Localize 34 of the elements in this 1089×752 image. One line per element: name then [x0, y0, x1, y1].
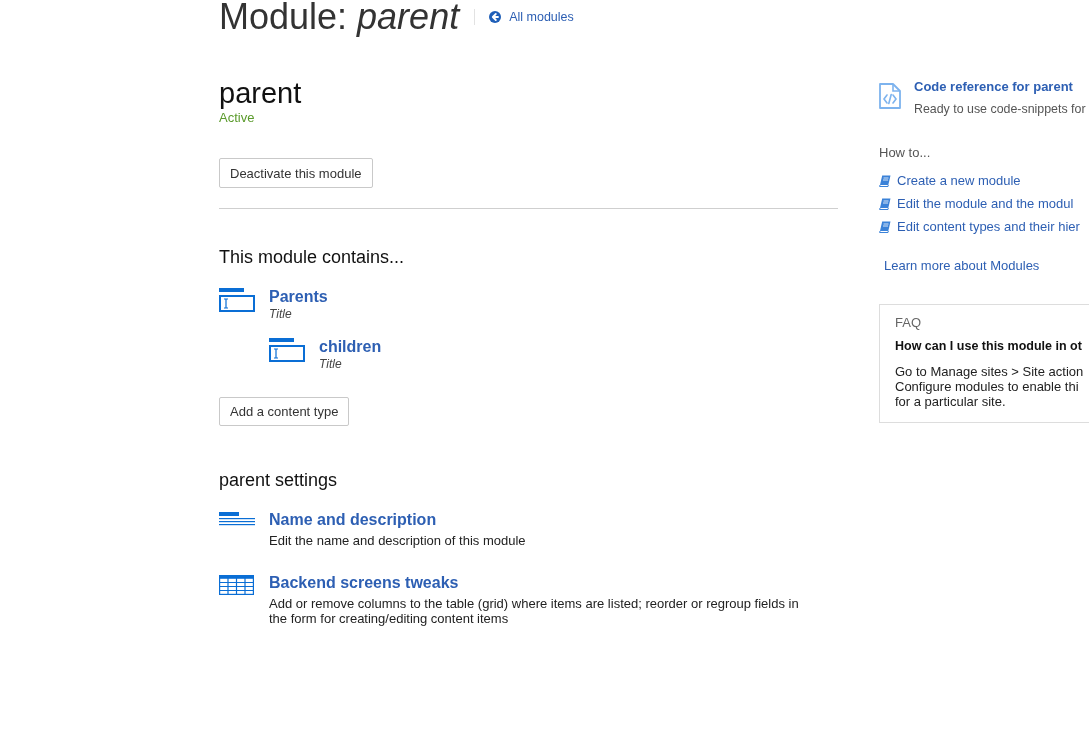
faq-answer: Go to Manage sites > Site action Configure modules to enable thi for a particular site. [895, 364, 1085, 409]
text-lines-icon [219, 512, 255, 526]
table-grid-icon [219, 575, 254, 595]
text-field-icon [269, 338, 305, 362]
book-icon [879, 174, 891, 187]
back-arrow-icon [489, 11, 502, 23]
section-heading: parent settings [219, 469, 338, 492]
faq-heading: FAQ [895, 315, 922, 331]
faq-question: How can I use this module in ot [895, 338, 1083, 354]
setting-description: Edit the name and description of this module [269, 533, 526, 548]
title-field-label: Title [269, 307, 292, 322]
content-type-link[interactable]: Parents [269, 287, 328, 307]
content-type-link[interactable]: children [319, 337, 382, 357]
module-status: Active [219, 110, 255, 126]
deactivate-button[interactable]: Deactivate this module [219, 158, 373, 188]
back-link[interactable]: All modules [489, 10, 574, 24]
setting-link[interactable]: Backend screens tweaks [269, 573, 459, 593]
module-name: parent [219, 77, 302, 109]
code-file-icon [879, 83, 901, 109]
how-to-link[interactable]: Edit content types and their hier [879, 215, 1080, 238]
section-heading: This module contains... [219, 246, 405, 269]
learn-more-link[interactable]: Learn more about Modules [884, 258, 1040, 274]
code-reference-link[interactable]: Code reference for parent [914, 78, 1086, 96]
title-field-label: Title [319, 357, 342, 372]
code-reference-description: Ready to use code-snippets for [914, 101, 1086, 117]
setting-description: Add or remove columns to the table (grid) where items are listed; reorder or regroup fields in the form for creating/editing content items [269, 596, 800, 626]
book-icon [879, 197, 891, 210]
how-to-link[interactable]: Edit the module and the modul [879, 192, 1080, 215]
how-to-heading: How to... [879, 145, 931, 161]
how-to-link[interactable]: Create a new module [879, 169, 1080, 192]
book-icon [879, 220, 891, 233]
text-field-icon [219, 288, 255, 312]
setting-link[interactable]: Name and description [269, 510, 437, 530]
add-content-type-button[interactable]: Add a content type [219, 397, 350, 426]
